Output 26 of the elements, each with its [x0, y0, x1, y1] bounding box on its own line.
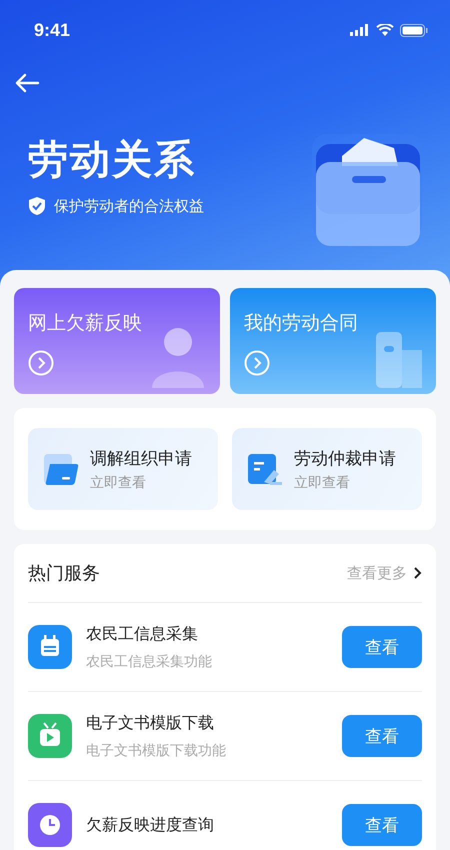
arrow-circle-icon: [28, 350, 54, 376]
battery-icon: [400, 24, 428, 36]
section-title: 热门服务: [28, 562, 100, 585]
status-time: 9:41: [34, 20, 70, 40]
service-description: 农民工信息采集功能: [86, 652, 213, 670]
back-button[interactable]: [14, 72, 40, 94]
view-more-link[interactable]: 查看更多: [347, 564, 422, 582]
service-description: 电子文书模版下载功能: [86, 742, 227, 760]
wifi-icon: [376, 24, 394, 36]
service-title: 电子文书模版下载: [86, 712, 215, 734]
application-card[interactable]: 劳动仲裁申请 立即查看: [232, 428, 422, 510]
page-subtitle: 保护劳动者的合法权益: [54, 196, 204, 216]
page-title: 劳动关系: [28, 138, 196, 182]
building-icon: [374, 332, 424, 388]
shield-check-icon: [28, 196, 46, 216]
view-button[interactable]: 查看: [342, 804, 422, 846]
view-button[interactable]: 查看: [342, 715, 422, 757]
feature-card[interactable]: 我的劳动合同: [230, 288, 436, 394]
application-card[interactable]: 调解组织申请 立即查看: [28, 428, 218, 510]
chevron-right-icon: [413, 567, 422, 579]
view-button[interactable]: 查看: [342, 626, 422, 668]
service-title: 欠薪反映进度查询: [86, 814, 215, 836]
signal-icon: [350, 24, 370, 36]
service-title: 农民工信息采集: [86, 624, 199, 644]
feature-card[interactable]: 网上欠薪反映: [14, 288, 220, 394]
arrow-circle-icon: [244, 350, 270, 376]
